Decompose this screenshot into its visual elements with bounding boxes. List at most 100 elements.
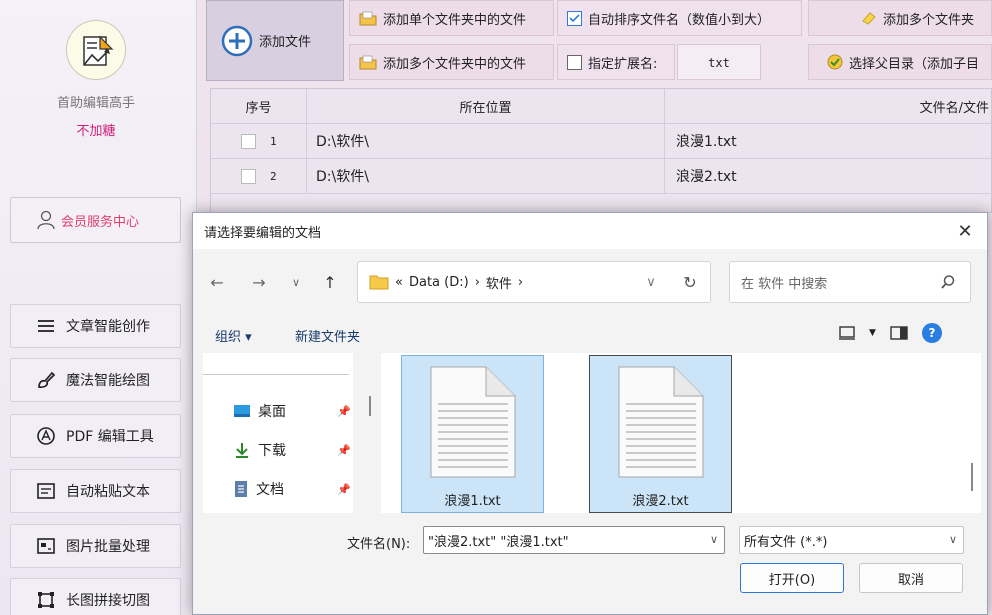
column-header-index: 序号: [211, 89, 307, 123]
sidebar-item-paste[interactable]: 自动粘贴文本: [10, 469, 181, 513]
organize-menu[interactable]: 组织 ▾: [215, 326, 252, 345]
close-icon[interactable]: ✕: [955, 221, 975, 242]
desktop-icon: [234, 405, 250, 417]
sidebar-item-label: PDF 编辑工具: [66, 429, 154, 445]
view-controls: ▼ ?: [839, 323, 942, 343]
cancel-button[interactable]: 取消: [859, 563, 963, 593]
nav-item-label: 下载: [258, 443, 286, 459]
row-location: D:\软件\: [307, 159, 665, 193]
chevron-down-icon[interactable]: ∨: [710, 533, 718, 546]
breadcrumb-separator: ›: [517, 274, 524, 290]
file-tile[interactable]: 浪漫2.txt: [589, 355, 732, 513]
crop-frame-icon: [36, 590, 56, 610]
table-row[interactable]: 2 D:\软件\ 浪漫2.txt: [211, 159, 992, 194]
nav-item-desktop[interactable]: 桌面 📌: [233, 399, 351, 423]
breadcrumb-prefix: «: [395, 274, 403, 290]
row-checkbox[interactable]: [241, 168, 256, 184]
specify-ext-checkbox[interactable]: [567, 54, 582, 70]
help-icon[interactable]: ?: [921, 323, 942, 343]
filename-value: "浪漫2.txt" "浪漫1.txt": [428, 534, 569, 550]
add-multi-folder-right-label: 添加多个文件夹: [883, 12, 975, 28]
search-icon: [941, 275, 955, 289]
view-dropdown-icon[interactable]: ▼: [869, 328, 876, 338]
recent-dropdown-icon[interactable]: ∨: [286, 272, 306, 292]
row-checkbox[interactable]: [241, 133, 256, 149]
refresh-icon[interactable]: ↻: [680, 272, 700, 292]
pin-icon[interactable]: 📌: [337, 483, 351, 496]
member-center-label: 会员服务中心: [61, 214, 140, 230]
image-batch-icon: [36, 536, 56, 556]
auto-sort-checkbox[interactable]: [567, 10, 582, 26]
filename-input[interactable]: "浪漫2.txt" "浪漫1.txt" ∨: [423, 526, 725, 554]
download-icon: [236, 443, 248, 458]
sidebar-item-label: 长图拼接切图: [66, 593, 150, 609]
folder-icon: [359, 55, 377, 69]
nav-scrollbar[interactable]: [369, 396, 371, 416]
breadcrumb-folder[interactable]: 软件: [486, 273, 512, 292]
folder-icon: [359, 11, 377, 25]
app-logo: [66, 20, 126, 80]
sidebar-item-draw[interactable]: 魔法智能绘图: [10, 358, 181, 402]
select-parent-label: 选择父目录（添加子目: [849, 56, 980, 72]
sidebar-item-long-image[interactable]: 长图拼接切图: [10, 578, 181, 615]
specify-ext-toggle[interactable]: 指定扩展名:: [557, 44, 675, 80]
navigation-pane: 桌面 📌 下载 📌 文档 📌: [203, 353, 353, 513]
add-multi-folder-label: 添加多个文件夹中的文件: [383, 56, 527, 72]
row-filename: 浪漫2.txt: [676, 169, 737, 185]
add-file-button[interactable]: 添加文件: [206, 0, 344, 81]
add-file-label: 添加文件: [259, 35, 312, 50]
sidebar-item-article[interactable]: 文章智能创作: [10, 304, 181, 348]
column-header-filename: 文件名/文件: [919, 100, 989, 116]
app-name: 首助编辑高手: [56, 96, 135, 111]
nav-item-label: 桌面: [258, 404, 286, 420]
sidebar-item-label: 图片批量处理: [66, 539, 150, 555]
extension-input[interactable]: txt: [677, 44, 761, 80]
user-icon: [37, 210, 55, 230]
back-arrow-icon[interactable]: ←: [207, 272, 227, 292]
preview-pane-icon[interactable]: [890, 326, 908, 340]
file-type-select[interactable]: 所有文件 (*.*) ∨: [739, 526, 964, 554]
auto-sort-label: 自动排序文件名（数值小到大）: [588, 12, 771, 28]
open-button[interactable]: 打开(O): [740, 563, 844, 593]
parent-dir-icon: [827, 54, 843, 70]
checkmark-icon: [569, 13, 580, 22]
folder-icon: [369, 275, 389, 290]
chevron-down-icon[interactable]: ∨: [643, 272, 659, 292]
up-arrow-icon[interactable]: ↑: [320, 272, 340, 292]
file-tile[interactable]: 浪漫1.txt: [401, 355, 544, 513]
file-list-scrollbar[interactable]: [971, 463, 973, 491]
pin-icon[interactable]: 📌: [337, 405, 351, 418]
table-row[interactable]: 1 D:\软件\ 浪漫1.txt: [211, 124, 992, 159]
filename-label: 文件名(N):: [347, 537, 411, 552]
forward-arrow-icon[interactable]: →: [249, 272, 269, 292]
sidebar-item-label: 文章智能创作: [66, 319, 150, 335]
plus-circle-icon: [221, 25, 253, 56]
member-center-button[interactable]: 会员服务中心: [10, 197, 181, 243]
view-mode-icon[interactable]: [839, 326, 855, 340]
nav-item-documents[interactable]: 文档 📌: [233, 477, 351, 501]
dialog-title-bar: 请选择要编辑的文档: [193, 213, 987, 249]
eraser-icon: [862, 12, 876, 25]
pdf-tool-icon: [36, 426, 56, 446]
search-input[interactable]: 在 软件 中搜索: [729, 261, 971, 303]
select-parent-button[interactable]: 选择父目录（添加子目: [808, 44, 992, 80]
app-subtitle: 不加糖: [76, 124, 116, 139]
add-multi-folder-right-button[interactable]: 添加多个文件夹: [808, 0, 992, 36]
lines-menu-icon: [36, 316, 56, 336]
chart-logo-icon: [83, 35, 114, 66]
nav-item-downloads[interactable]: 下载 📌: [233, 438, 351, 462]
paste-text-icon: [36, 481, 56, 501]
add-multi-folder-button[interactable]: 添加多个文件夹中的文件: [349, 44, 554, 80]
breadcrumb-drive[interactable]: Data (D:): [409, 275, 469, 290]
auto-sort-toggle[interactable]: 自动排序文件名（数值小到大）: [557, 0, 802, 36]
add-single-folder-button[interactable]: 添加单个文件夹中的文件: [349, 0, 554, 36]
pin-icon[interactable]: 📌: [337, 444, 351, 457]
dialog-title: 请选择要编辑的文档: [204, 225, 322, 241]
row-location: D:\软件\: [307, 124, 665, 158]
sidebar-item-image-batch[interactable]: 图片批量处理: [10, 524, 181, 568]
sidebar-item-pdf[interactable]: PDF 编辑工具: [10, 414, 181, 458]
row-number: 2: [270, 169, 277, 183]
file-list-pane: 浪漫1.txt 浪漫2.txt: [381, 353, 981, 513]
specify-ext-label: 指定扩展名:: [588, 56, 658, 72]
new-folder-button[interactable]: 新建文件夹: [295, 326, 360, 345]
